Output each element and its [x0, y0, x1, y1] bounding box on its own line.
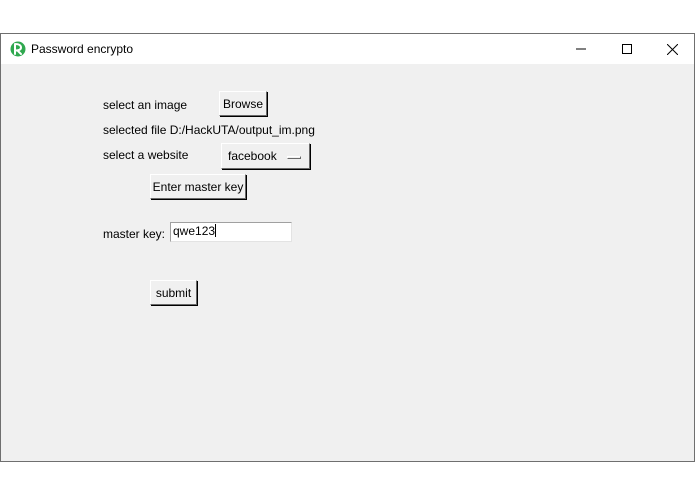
- close-icon: [666, 43, 678, 55]
- title-bar[interactable]: Password encrypto: [1, 34, 694, 64]
- window-title: Password encrypto: [31, 42, 134, 56]
- enter-master-key-button[interactable]: Enter master key: [150, 174, 246, 199]
- maximize-icon: [622, 44, 632, 54]
- tk-feather-icon: [10, 41, 26, 57]
- website-selected-value: facebook: [228, 149, 277, 163]
- close-button[interactable]: [649, 34, 695, 64]
- select-website-label: select a website: [103, 148, 189, 162]
- browse-button[interactable]: Browse: [219, 91, 267, 116]
- minimize-button[interactable]: [558, 34, 604, 64]
- select-image-label: select an image: [103, 98, 188, 112]
- selected-file-label: selected file D:/HackUTA/output_im.png: [103, 123, 315, 137]
- website-option-menu[interactable]: facebook: [221, 143, 310, 169]
- option-menu-indicator-icon: [287, 156, 301, 159]
- master-key-value: qwe123: [173, 224, 216, 238]
- master-key-input[interactable]: qwe123: [170, 222, 292, 242]
- window-content: select an image Browse selected file D:/…: [1, 64, 694, 461]
- master-key-label: master key:: [103, 227, 166, 241]
- minimize-icon: [576, 48, 586, 50]
- submit-button[interactable]: submit: [150, 280, 197, 305]
- text-cursor: [215, 224, 217, 237]
- app-window: Password encrypto select an image Browse…: [0, 33, 695, 462]
- maximize-button[interactable]: [604, 34, 650, 64]
